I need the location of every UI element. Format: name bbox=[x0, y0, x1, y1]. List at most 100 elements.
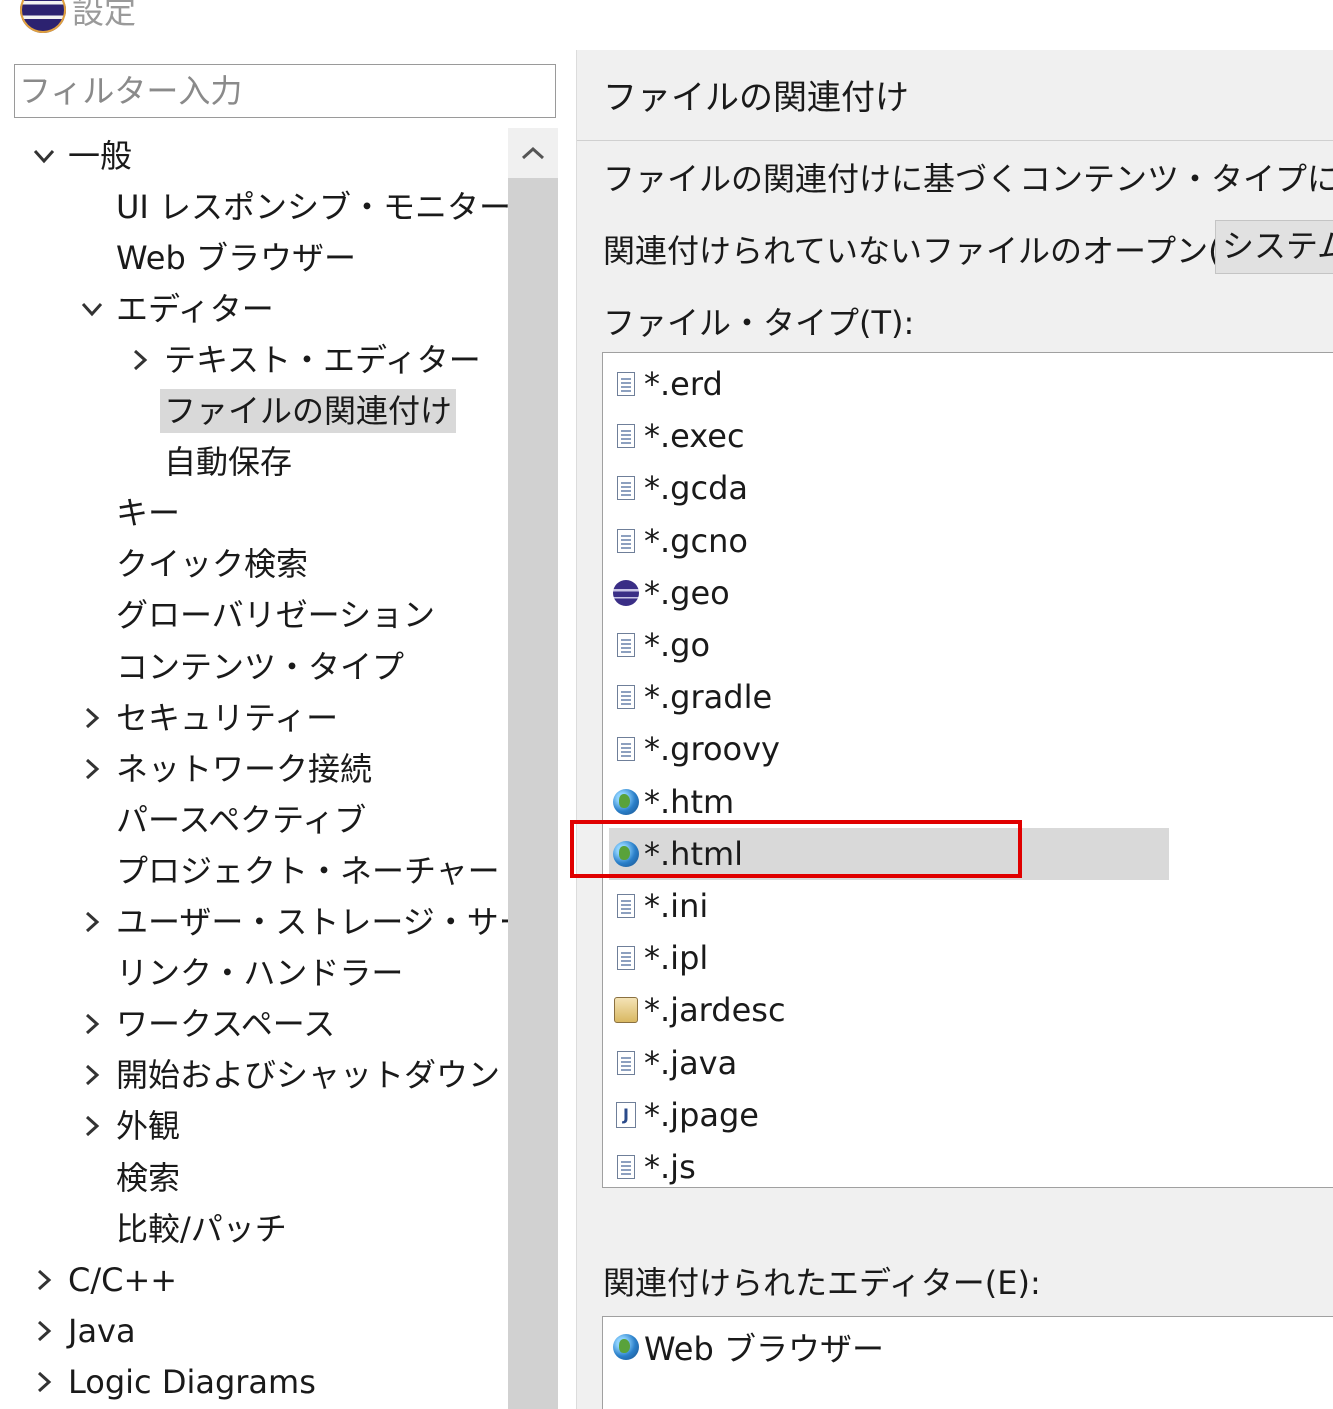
associated-editors-list[interactable]: Web ブラウザー bbox=[602, 1316, 1333, 1409]
tree-item-label: エディター bbox=[116, 289, 274, 328]
tree-item[interactable]: 比較/パッチ bbox=[72, 1203, 291, 1254]
associated-editors-label: 関連付けられたエディター(E): bbox=[603, 1264, 1041, 1302]
tree-item[interactable]: プロジェクト・ネーチャー bbox=[72, 845, 504, 896]
tree-item[interactable]: ワークスペース bbox=[72, 999, 339, 1050]
tree-expander[interactable] bbox=[72, 283, 112, 334]
chevron-down-icon bbox=[81, 302, 103, 317]
tree-item[interactable]: テキスト・エディター bbox=[120, 334, 485, 385]
text-file-icon bbox=[611, 629, 641, 661]
tree-expander[interactable] bbox=[72, 1101, 112, 1152]
tree-expander[interactable] bbox=[72, 999, 112, 1050]
tree-item[interactable]: リンク・ハンドラー bbox=[72, 948, 407, 999]
tree-item[interactable]: グローバリゼーション bbox=[72, 590, 439, 641]
tree-item-label: ファイルの関連付け bbox=[160, 389, 457, 433]
tree-expander[interactable] bbox=[72, 1050, 112, 1101]
window-title: 設定 bbox=[20, 0, 136, 34]
file-type-row[interactable]: *.groovy bbox=[611, 723, 780, 775]
tree-item[interactable]: 外観 bbox=[72, 1101, 184, 1152]
tree-item[interactable]: 一般 bbox=[24, 130, 136, 181]
file-types-label: ファイル・タイプ(T): bbox=[603, 304, 915, 342]
tree-item[interactable]: ユーザー・ストレージ・サービス bbox=[72, 897, 508, 948]
file-type-row[interactable]: *.erd bbox=[611, 358, 723, 410]
highlight-annotation bbox=[570, 820, 1022, 878]
file-type-row[interactable]: *.ipl bbox=[611, 932, 708, 984]
tree-item-label: 比較/パッチ bbox=[116, 1209, 287, 1248]
file-type-row[interactable]: *.ini bbox=[611, 880, 708, 932]
open-unassociated-combo[interactable]: システム bbox=[1215, 220, 1333, 274]
file-type-row[interactable]: *.jardesc bbox=[611, 984, 786, 1036]
preferences-tree: 一般 UI レスポンシブ・モニター Web ブラウザーエディターテキスト・エディター… bbox=[0, 128, 508, 1409]
file-type-label: *.jardesc bbox=[644, 991, 786, 1030]
file-type-row[interactable]: *.gcda bbox=[611, 462, 748, 514]
file-type-row[interactable]: *.exec bbox=[611, 410, 745, 462]
chevron-right-icon bbox=[133, 349, 148, 371]
file-type-row[interactable]: *.gradle bbox=[611, 671, 772, 723]
tree-expander[interactable] bbox=[72, 743, 112, 794]
file-type-row[interactable]: *.geo bbox=[611, 567, 730, 619]
file-type-row[interactable]: *.java bbox=[611, 1037, 737, 1089]
tree-item[interactable]: ネットワーク接続 bbox=[72, 743, 376, 794]
tree-item[interactable]: 自動保存 bbox=[120, 437, 296, 488]
scroll-up-button[interactable] bbox=[508, 128, 558, 178]
java-page-icon: J bbox=[611, 1099, 641, 1131]
tree-scrollbar[interactable] bbox=[508, 128, 558, 1409]
file-type-row[interactable]: *.go bbox=[611, 619, 710, 671]
tree-item-label: プロジェクト・ネーチャー bbox=[116, 851, 500, 890]
tree-expander[interactable] bbox=[72, 692, 112, 743]
tree-item-label: ユーザー・ストレージ・サービス bbox=[116, 903, 508, 941]
tree-item[interactable]: Java bbox=[24, 1305, 140, 1356]
tree-item-label: グローバリゼーション bbox=[116, 596, 436, 635]
file-type-label: *.gradle bbox=[644, 678, 773, 717]
tree-item[interactable]: セキュリティー bbox=[72, 692, 342, 743]
chevron-right-icon bbox=[85, 758, 100, 779]
tree-item[interactable]: Logic Diagrams bbox=[24, 1356, 320, 1407]
tree-item[interactable]: キー bbox=[72, 488, 184, 539]
editor-row[interactable]: Web ブラウザー bbox=[611, 1321, 884, 1373]
text-file-icon bbox=[611, 1047, 641, 1079]
file-type-label: *.jpage bbox=[644, 1095, 759, 1134]
tree-item[interactable]: ファイルの関連付け bbox=[120, 386, 457, 437]
window-title-text: 設定 bbox=[72, 0, 137, 31]
file-types-list[interactable]: *.erd *.exec *.gcda *.gcno *.geo *.go *.gradle… bbox=[602, 352, 1333, 1188]
tree-item[interactable]: コンテンツ・タイプ bbox=[72, 641, 408, 692]
tree-expander[interactable] bbox=[24, 1305, 64, 1356]
title-separator bbox=[577, 140, 1333, 141]
tree-item[interactable]: 検索 bbox=[72, 1152, 184, 1203]
tree-item[interactable]: クイック検索 bbox=[72, 539, 312, 590]
chevron-right-icon bbox=[85, 911, 100, 933]
file-type-row[interactable]: *.js bbox=[611, 1141, 696, 1187]
tree-expander[interactable] bbox=[24, 130, 64, 181]
file-type-label: *.ipl bbox=[644, 939, 709, 978]
tree-expander[interactable] bbox=[120, 334, 160, 385]
file-type-row[interactable]: *.gcno bbox=[611, 515, 748, 567]
tree-item[interactable]: UI レスポンシブ・モニター bbox=[72, 181, 508, 232]
chevron-up-icon bbox=[521, 146, 545, 160]
file-type-row[interactable]: J *.jpage bbox=[611, 1089, 759, 1141]
text-file-icon bbox=[611, 1151, 641, 1183]
tree-item[interactable]: C/C++ bbox=[24, 1254, 181, 1305]
file-type-label: *.go bbox=[644, 626, 711, 664]
tree-expander[interactable] bbox=[24, 1254, 64, 1305]
tree-item-label: 一般 bbox=[68, 136, 133, 175]
page-description: ファイルの関連付けに基づくコンテンツ・タイプについて( bbox=[603, 160, 1333, 198]
tree-item[interactable]: エディター bbox=[72, 283, 278, 334]
eclipse-sphere-icon bbox=[611, 577, 641, 609]
file-type-label: *.java bbox=[644, 1043, 738, 1082]
tree-item-label: 開始およびシャットダウン bbox=[116, 1056, 501, 1095]
file-type-label: *.gcda bbox=[644, 469, 748, 508]
chevron-right-icon bbox=[85, 1116, 100, 1137]
file-type-label: *.htm bbox=[644, 782, 735, 821]
tree-item[interactable]: パースペクティブ bbox=[72, 794, 370, 845]
tree-item[interactable]: 開始およびシャットダウン bbox=[72, 1050, 504, 1101]
preference-page: ファイルの関連付け ファイルの関連付けに基づくコンテンツ・タイプについて( 関連… bbox=[577, 50, 1333, 1409]
chevron-right-icon bbox=[37, 1371, 52, 1393]
chevron-right-icon bbox=[85, 707, 100, 728]
filter-input[interactable] bbox=[14, 64, 556, 118]
tree-item[interactable]: Web ブラウザー bbox=[72, 232, 360, 283]
tree-expander[interactable] bbox=[24, 1356, 64, 1407]
tree-expander[interactable] bbox=[72, 897, 112, 948]
tree-item-label: 外観 bbox=[116, 1107, 181, 1146]
tree-item-label: 自動保存 bbox=[164, 443, 293, 482]
tree-item-label: Logic Diagrams bbox=[68, 1362, 316, 1401]
page-title: ファイルの関連付け bbox=[603, 78, 909, 118]
